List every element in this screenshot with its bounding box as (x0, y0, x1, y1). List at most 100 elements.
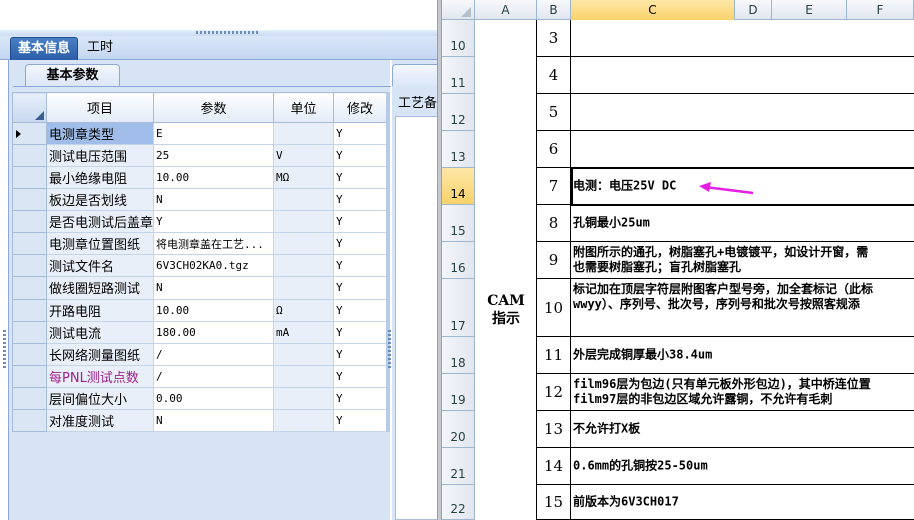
col-header-item[interactable]: 项目 (46, 92, 154, 123)
row-selector[interactable] (12, 121, 47, 146)
cell-modify[interactable]: Y (333, 408, 387, 433)
cell-param-value[interactable]: N (153, 408, 274, 433)
table-row[interactable]: 测试电压范围 25 V Y (12, 144, 387, 168)
row-header-17[interactable]: 17 (442, 279, 475, 337)
table-row[interactable]: 电测章类型 E Y (12, 121, 387, 146)
grid-scroll-edge[interactable] (386, 92, 390, 432)
tab-work-hours[interactable]: 工时 (80, 37, 120, 60)
cell-unit[interactable] (273, 210, 334, 234)
cell-modify[interactable]: Y (333, 342, 387, 366)
splitter-grip-icon[interactable] (196, 31, 260, 34)
instruction-text-cell[interactable]: 附图所示的通孔，树脂塞孔+电镀镀平，如设计开窗，需 也需要树脂塞孔；盲孔树脂塞孔 (573, 242, 914, 278)
cell-param-value[interactable]: E (153, 121, 274, 146)
cell-modify[interactable]: Y (333, 254, 387, 278)
item-number-cell[interactable]: 7 (537, 168, 571, 204)
cell-param-value[interactable]: 25 (153, 144, 274, 168)
table-row[interactable]: 对准度测试 N Y (12, 408, 387, 433)
cell-param-value[interactable]: / (153, 342, 274, 366)
column-header-b[interactable]: B (537, 0, 571, 20)
row-selector[interactable] (12, 386, 47, 410)
cell-modify[interactable]: Y (333, 144, 387, 168)
row-selector[interactable] (12, 408, 47, 433)
process-notes-box[interactable] (395, 116, 437, 520)
row-header-18[interactable]: 18 (442, 337, 475, 374)
cell-modify[interactable]: Y (333, 276, 387, 300)
row-selector[interactable] (12, 188, 47, 212)
instruction-text-cell[interactable]: 外层完成铜厚最小38.4um (573, 337, 914, 373)
instruction-text-cell[interactable] (573, 131, 914, 167)
row-selector[interactable] (12, 320, 47, 344)
instruction-text-cell[interactable] (573, 94, 914, 130)
row-selector[interactable] (12, 276, 47, 300)
row-header-15[interactable]: 15 (442, 205, 475, 242)
row-header-14[interactable]: 14 (442, 168, 475, 205)
row-header-19[interactable]: 19 (442, 374, 475, 411)
cell-param-value[interactable]: 0.00 (153, 386, 274, 410)
select-all-button[interactable] (442, 0, 475, 20)
table-row[interactable]: 是否电测试后盖章 Y Y (12, 210, 387, 234)
table-row[interactable]: 板边是否划线 N Y (12, 188, 387, 212)
column-header-d[interactable]: D (735, 0, 772, 20)
cell-unit[interactable] (273, 408, 334, 433)
item-number-cell[interactable]: 12 (537, 374, 571, 410)
column-header-a[interactable]: A (475, 0, 537, 20)
instruction-text-cell[interactable]: 标记加在顶层字符层附图客户型号旁，加全套标记（此标 wwyy）、序列号、批次号，序… (573, 279, 914, 336)
instruction-text-cell[interactable] (573, 57, 914, 93)
cell-modify[interactable]: Y (333, 232, 387, 256)
row-selector[interactable] (12, 166, 47, 190)
table-row[interactable]: 开路电阻 10.00 Ω Y (12, 298, 387, 322)
cam-section-cell[interactable]: CAM 指示 (475, 20, 537, 520)
table-row[interactable]: 测试文件名 6V3CH02KA0.tgz Y (12, 254, 387, 278)
cell-param-value[interactable]: N (153, 188, 274, 212)
item-number-cell[interactable]: 4 (537, 57, 571, 93)
cell-modify[interactable]: Y (333, 188, 387, 212)
cell-unit[interactable] (273, 121, 334, 146)
item-number-cell[interactable]: 5 (537, 94, 571, 130)
row-header-11[interactable]: 11 (442, 57, 475, 94)
cell-unit[interactable] (273, 188, 334, 212)
table-row[interactable]: 层间偏位大小 0.00 Y (12, 386, 387, 410)
row-header-12[interactable]: 12 (442, 94, 475, 131)
row-selector[interactable] (12, 232, 47, 256)
item-number-cell[interactable]: 3 (537, 20, 571, 56)
cell-unit[interactable]: V (273, 144, 334, 168)
row-header-13[interactable]: 13 (442, 131, 475, 168)
cell-unit[interactable] (273, 232, 334, 256)
cell-modify[interactable]: Y (333, 386, 387, 410)
cell-unit[interactable]: mA (273, 320, 334, 344)
row-selector[interactable] (12, 364, 47, 388)
row-header-10[interactable]: 10 (442, 20, 475, 57)
instruction-text-cell[interactable]: 不允许打X板 (573, 411, 914, 447)
cell-param-value[interactable]: / (153, 364, 274, 388)
column-header-e[interactable]: E (772, 0, 847, 20)
table-row[interactable]: 最小绝缘电阻 10.00 MΩ Y (12, 166, 387, 190)
grid-corner[interactable] (12, 92, 47, 123)
col-header-modify[interactable]: 修改 (333, 92, 387, 123)
row-header-16[interactable]: 16 (442, 242, 475, 279)
instruction-text-cell[interactable]: 前版本为6V3CH017 (573, 485, 914, 519)
row-header-20[interactable]: 20 (442, 411, 475, 448)
tab-basic-info[interactable]: 基本信息 (10, 37, 79, 60)
column-header-f[interactable]: F (847, 0, 914, 20)
row-selector[interactable] (12, 298, 47, 322)
row-selector[interactable] (12, 254, 47, 278)
table-row[interactable]: 测试电流 180.00 mA Y (12, 320, 387, 344)
row-header-22[interactable]: 22 (442, 485, 475, 520)
cell-unit[interactable] (273, 342, 334, 366)
cell-unit[interactable] (273, 276, 334, 300)
column-header-c[interactable]: C (571, 0, 735, 20)
cell-param-value[interactable]: 将电测章盖在工艺... (153, 232, 274, 256)
item-number-cell[interactable]: 15 (537, 485, 571, 519)
cell-modify[interactable]: Y (333, 298, 387, 322)
item-number-cell[interactable]: 10 (537, 279, 571, 336)
cell-unit[interactable] (273, 254, 334, 278)
left-edge-grip-icon[interactable] (3, 330, 6, 370)
table-row[interactable]: 电测章位置图纸 将电测章盖在工艺... Y (12, 232, 387, 256)
cell-unit[interactable] (273, 364, 334, 388)
col-header-param[interactable]: 参数 (153, 92, 274, 123)
panel-edge-grip-icon[interactable] (388, 330, 391, 370)
item-number-cell[interactable]: 14 (537, 448, 571, 484)
col-header-unit[interactable]: 单位 (273, 92, 334, 123)
cell-unit[interactable]: Ω (273, 298, 334, 322)
cell-param-value[interactable]: 180.00 (153, 320, 274, 344)
